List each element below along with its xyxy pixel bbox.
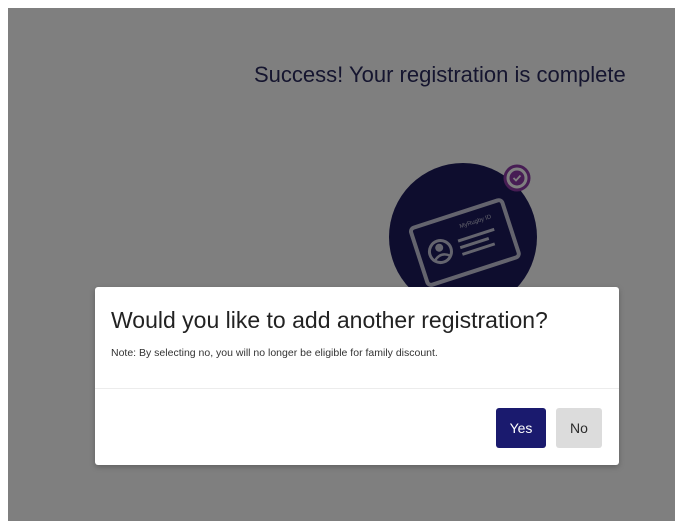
no-button[interactable]: No [556, 408, 602, 448]
add-registration-dialog: Would you like to add another registrati… [95, 287, 619, 465]
dialog-divider [95, 388, 619, 389]
app-frame: Success! Your registration is complete M… [8, 8, 675, 521]
yes-button[interactable]: Yes [496, 408, 546, 448]
dialog-note: Note: By selecting no, you will no longe… [111, 347, 438, 359]
dialog-title: Would you like to add another registrati… [111, 307, 548, 333]
